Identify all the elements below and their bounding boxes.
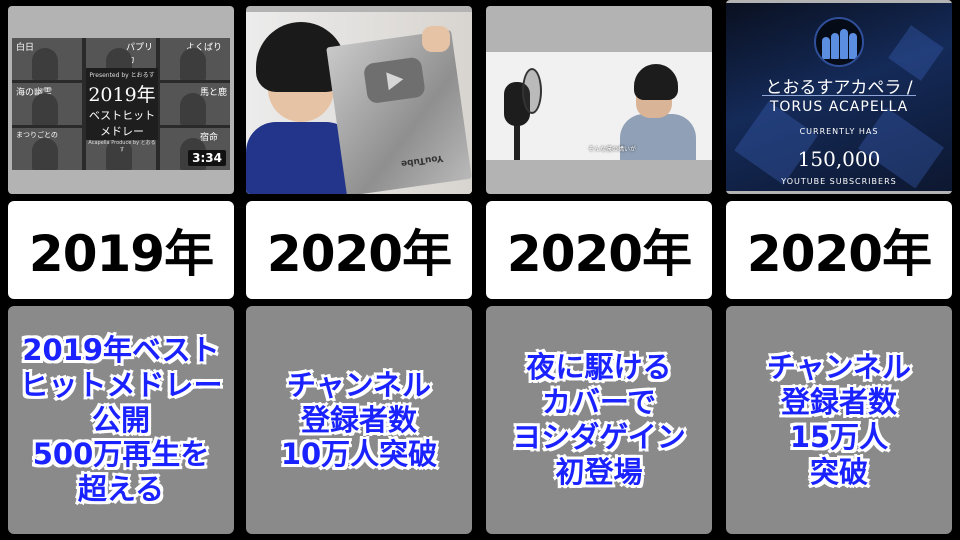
thumbnail-frame[interactable]: とおるすアカペラ / TORUS ACAPELLA CURRENTLY HAS …	[726, 0, 952, 194]
card-2020-100k: YouTube 2020年 チャンネル 登録者数 10万人突破	[246, 0, 472, 540]
year-label: 2020年	[506, 225, 692, 283]
year-label: 2019年	[28, 225, 214, 283]
currently-has-label: CURRENTLY HAS	[799, 127, 879, 136]
card-2020-150k: とおるすアカペラ / TORUS ACAPELLA CURRENTLY HAS …	[726, 0, 952, 540]
singer-image	[32, 48, 58, 80]
video-subtitle: そんな僕の構いが	[588, 146, 637, 153]
medley-title-block: Presented by とおるす 2019年 ベストヒットメドレー Acape…	[86, 68, 158, 153]
description-text: 夜に駆ける カバーで ヨシダゲイン 初登場	[512, 350, 686, 489]
subscriber-count: 150,000	[797, 147, 881, 171]
grid-cell: まつりごとの	[12, 128, 82, 170]
medley-title: 2019年	[88, 84, 156, 106]
singer-image	[32, 93, 58, 125]
duration-badge: 3:34	[188, 150, 226, 166]
description-box: 夜に駆ける カバーで ヨシダゲイン 初登場	[486, 306, 712, 534]
medley-credit: Acapella Produce by とおるす	[88, 140, 156, 153]
medley-subtitle: ベストヒットメドレー	[88, 109, 156, 138]
description-box: 2019年ベスト ヒットメドレー 公開 500万再生を 超える	[8, 306, 234, 534]
year-label: 2020年	[266, 225, 452, 283]
description-text: 2019年ベスト ヒットメドレー 公開 500万再生を 超える	[19, 333, 223, 507]
description-box: チャンネル 登録者数 15万人 突破	[726, 306, 952, 534]
channel-name-en: TORUS ACAPELLA	[769, 99, 909, 115]
card-2019-medley: 白日 パプリカ よくばりな 海の幽霊 馬と鹿 まつりごとの ハルノヒ 宿命 Pr…	[8, 0, 234, 540]
year-label: 2020年	[746, 225, 932, 283]
pop-filter	[522, 68, 542, 114]
year-box: 2020年	[246, 201, 472, 299]
thumbnail-frame[interactable]: 白日 パプリカ よくばりな 海の幽霊 馬と鹿 まつりごとの ハルノヒ 宿命 Pr…	[8, 6, 234, 194]
grid-cell: 馬と鹿	[160, 83, 230, 125]
pre-title: Presented by とおるす	[89, 72, 155, 79]
year-box: 2019年	[8, 201, 234, 299]
hand	[422, 26, 450, 52]
medley-thumbnail[interactable]: 白日 パプリカ よくばりな 海の幽霊 馬と鹿 まつりごとの ハルノヒ 宿命 Pr…	[12, 38, 230, 170]
description-text: チャンネル 登録者数 10万人突破	[280, 367, 438, 472]
channel-logo-icon	[814, 17, 864, 67]
description-text: チャンネル 登録者数 15万人 突破	[766, 350, 912, 489]
plaque-logo: YouTube	[400, 152, 444, 169]
year-box: 2020年	[726, 201, 952, 299]
singer-image	[180, 48, 206, 80]
grid-cell: 海の幽霊	[12, 83, 82, 125]
card-2020-yoru-ni-kakeru: そんな僕の構いが 2020年 夜に駆ける カバーで ヨシダゲイン 初登場	[486, 0, 712, 540]
singer-image	[180, 93, 206, 125]
silver-button-photo[interactable]: YouTube	[246, 12, 472, 194]
grid-cell: 白日	[12, 38, 82, 80]
singer-image	[32, 138, 58, 170]
play-icon	[362, 56, 426, 105]
divider	[762, 95, 916, 96]
thumbnail-frame[interactable]: そんな僕の構いが	[486, 6, 712, 194]
silver-play-button-plaque: YouTube	[326, 29, 472, 194]
cell-label: 馬と鹿	[200, 88, 228, 98]
cell-label: 白日	[16, 43, 35, 53]
cell-label: 宿命	[200, 133, 219, 143]
subscriber-card[interactable]: とおるすアカペラ / TORUS ACAPELLA CURRENTLY HAS …	[726, 3, 952, 191]
description-box: チャンネル 登録者数 10万人突破	[246, 306, 472, 534]
cell-label: まつりごとの	[16, 131, 58, 139]
thumbnail-frame[interactable]: YouTube	[246, 6, 472, 194]
cover-video-thumbnail[interactable]: そんな僕の構いが	[486, 52, 712, 160]
subscribers-label: YOUTUBE SUBSCRIBERS	[781, 177, 897, 186]
person-hair	[634, 64, 678, 100]
grid-cell: よくばりな	[160, 38, 230, 80]
person-hoodie	[620, 114, 696, 160]
year-box: 2020年	[486, 201, 712, 299]
